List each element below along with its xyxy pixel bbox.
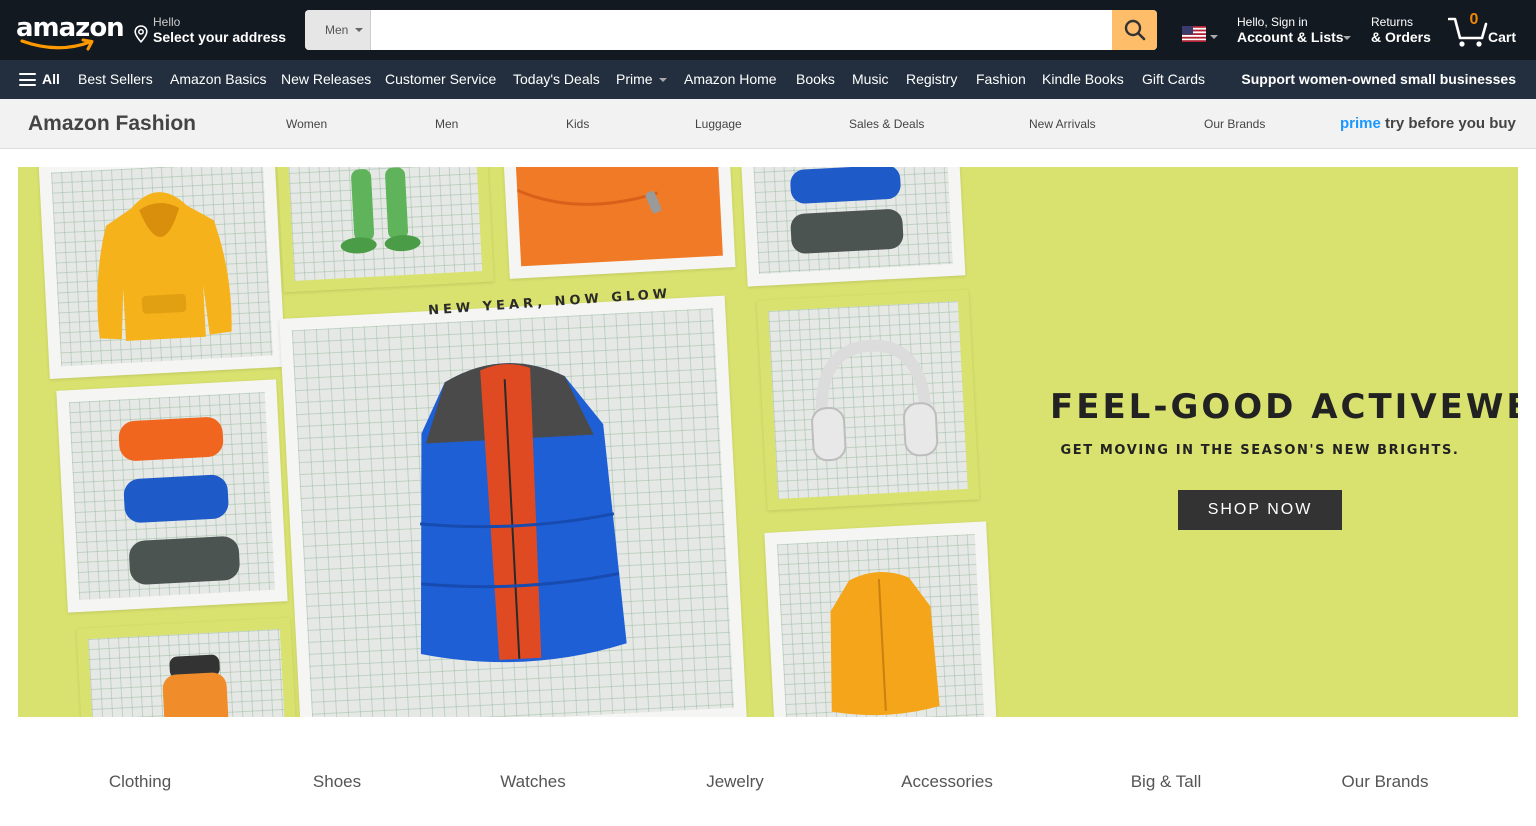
all-menu-label: All: [42, 71, 60, 87]
vest-image: [291, 308, 735, 717]
us-flag-icon: [1182, 26, 1206, 42]
category-big-tall[interactable]: Big & Tall: [1131, 760, 1202, 804]
duffel-stack-image: [753, 167, 953, 274]
orders-label: & Orders: [1371, 29, 1431, 45]
search-icon: [1124, 19, 1145, 41]
cart-label: Cart: [1488, 29, 1517, 45]
zipper-illustration: [516, 188, 662, 214]
nav-promo-link[interactable]: Support women-owned small businesses: [1241, 60, 1516, 99]
toy-card: [276, 167, 494, 293]
orange-vest-card: [764, 521, 998, 717]
duffel-illustration: [790, 167, 904, 254]
account-and-lists[interactable]: Hello, Sign in Account & Lists: [1232, 10, 1360, 50]
fashion-nav-women[interactable]: Women: [286, 99, 327, 149]
nav-kindle-books[interactable]: Kindle Books: [1042, 60, 1124, 99]
vest-illustration: [419, 363, 627, 663]
duffel-bags-illustration: [118, 417, 240, 585]
fashion-nav-men[interactable]: Men: [435, 99, 458, 149]
chevron-down-icon: [355, 28, 363, 32]
prime-wordmark: prime: [1340, 115, 1381, 132]
language-selector[interactable]: [1178, 16, 1224, 46]
logo-smile-icon: [20, 38, 94, 51]
amazon-logo[interactable]: amazon: [12, 6, 125, 52]
fashion-nav-luggage[interactable]: Luggage: [695, 99, 742, 149]
account-label: Account & Lists: [1237, 29, 1344, 45]
category-links: Clothing Shoes Watches Jewelry Accessori…: [0, 760, 1536, 804]
fashion-nav-new-arrivals[interactable]: New Arrivals: [1029, 99, 1096, 149]
search-input[interactable]: [371, 10, 1112, 50]
deliver-to-address[interactable]: Hello Select your address: [130, 10, 290, 50]
location-pin-icon: [134, 25, 148, 43]
category-shoes[interactable]: Shoes: [313, 760, 361, 804]
nav-registry[interactable]: Registry: [906, 60, 957, 99]
headphones-card: [756, 289, 980, 511]
duffel-bags-image: [68, 392, 276, 600]
store-title[interactable]: Amazon Fashion: [28, 111, 196, 136]
all-menu-button[interactable]: All: [19, 60, 60, 99]
returns-label: Returns: [1371, 15, 1414, 29]
bottle-card: [76, 617, 298, 717]
chevron-down-icon: [1343, 36, 1351, 40]
account-greeting: Hello, Sign in: [1237, 15, 1308, 29]
nav-fashion[interactable]: Fashion: [976, 60, 1026, 99]
category-watches[interactable]: Watches: [500, 760, 566, 804]
nav-prime[interactable]: Prime: [616, 60, 667, 99]
chevron-down-icon: [658, 78, 667, 83]
secondary-navbar: All Best Sellers Amazon Basics New Relea…: [0, 60, 1536, 99]
shop-now-button[interactable]: SHOP NOW: [1178, 490, 1342, 530]
orange-vest-illustration: [830, 571, 940, 716]
search-button[interactable]: [1112, 10, 1157, 50]
hamburger-menu-icon: [19, 73, 36, 86]
hoodie-image: [51, 167, 273, 367]
category-jewelry[interactable]: Jewelry: [706, 760, 764, 804]
fashion-nav-our-brands[interactable]: Our Brands: [1204, 99, 1265, 149]
nav-new-releases[interactable]: New Releases: [281, 60, 371, 99]
nav-customer-service[interactable]: Customer Service: [385, 60, 496, 99]
hero-subtitle: GET MOVING IN THE SEASON'S NEW BRIGHTS.: [1060, 443, 1460, 458]
nav-music[interactable]: Music: [852, 60, 889, 99]
prime-tagline: try before you buy: [1385, 115, 1516, 132]
hoodie-card: [38, 167, 286, 380]
address-label: Select your address: [153, 29, 287, 45]
orange-bag-image: [515, 167, 723, 267]
hero-title: FEEL-GOOD ACTIVEWEAR: [1050, 387, 1518, 427]
bottle-illustration: [162, 654, 230, 717]
hero-banner[interactable]: NEW YEAR, NOW GLOW FEEL-GOOD ACTIVEWEAR …: [18, 167, 1518, 717]
nav-prime-label: Prime: [616, 71, 653, 87]
bottle-image: [88, 629, 286, 717]
nav-gift-cards[interactable]: Gift Cards: [1142, 60, 1205, 99]
nav-amazon-basics[interactable]: Amazon Basics: [170, 60, 266, 99]
toy-illustration: [340, 167, 421, 254]
search-bar: Men: [305, 10, 1157, 50]
hoodie-illustration: [97, 192, 232, 341]
nav-best-sellers[interactable]: Best Sellers: [78, 60, 153, 99]
fashion-nav-kids[interactable]: Kids: [566, 99, 589, 149]
toy-image: [287, 167, 483, 281]
fashion-store-navbar: Amazon Fashion Women Men Kids Luggage Sa…: [0, 99, 1536, 149]
nav-books[interactable]: Books: [796, 60, 835, 99]
nav-todays-deals[interactable]: Today's Deals: [513, 60, 600, 99]
cart-count-badge: 0: [1469, 11, 1479, 28]
chevron-down-icon: [1210, 35, 1218, 39]
duffel-bags-card: [56, 379, 288, 613]
prime-try-before-you-buy-link[interactable]: prime try before you buy: [1340, 114, 1516, 134]
category-our-brands[interactable]: Our Brands: [1342, 760, 1429, 804]
search-department-select[interactable]: Men: [305, 10, 371, 50]
vest-feature-card: [279, 295, 747, 717]
top-navbar: amazon Hello Select your address Men Hel…: [0, 0, 1536, 60]
nav-amazon-home[interactable]: Amazon Home: [684, 60, 777, 99]
category-accessories[interactable]: Accessories: [901, 760, 993, 804]
duffel-stack-card: [740, 167, 966, 287]
search-department-label: Men: [325, 23, 349, 37]
fashion-nav-sales-deals[interactable]: Sales & Deals: [849, 99, 924, 149]
returns-and-orders[interactable]: Returns & Orders: [1366, 10, 1438, 50]
category-clothing[interactable]: Clothing: [109, 760, 171, 804]
orange-vest-image: [776, 533, 986, 717]
orange-bag-card: [502, 167, 736, 279]
cart-button[interactable]: 0 Cart: [1444, 8, 1526, 52]
headphones-illustration: [811, 339, 939, 462]
headphones-image: [768, 301, 968, 499]
address-greeting: Hello: [153, 15, 181, 29]
